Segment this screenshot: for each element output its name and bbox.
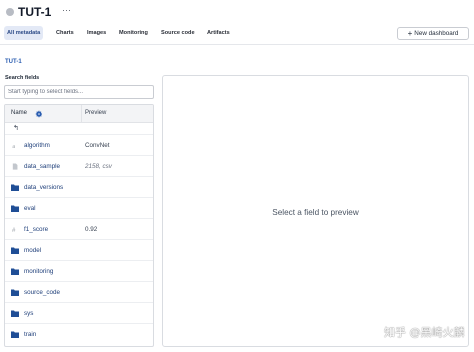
parent-folder-row[interactable]: ↰ (5, 123, 153, 135)
folder-icon (11, 247, 19, 254)
watermark-text: 知乎 @黑崎火麟 (384, 326, 465, 339)
tab-artifacts[interactable]: Artifacts (204, 26, 233, 40)
new-dashboard-button[interactable]: + New dashboard (397, 27, 469, 40)
tab-all-metadata[interactable]: All metadata (4, 26, 44, 40)
run-breadcrumb-link[interactable]: TUT-1 (5, 59, 22, 65)
page-title: TUT-1 (18, 5, 52, 19)
table-row[interactable]: sys (5, 303, 153, 324)
more-menu-icon[interactable]: ··· (62, 5, 71, 15)
new-dashboard-label: New dashboard (414, 30, 459, 37)
table-row[interactable]: eval (5, 198, 153, 219)
field-name: eval (24, 205, 36, 212)
file-icon (12, 163, 18, 170)
table-row[interactable]: a algorithm ConvNet (5, 135, 153, 156)
table-row[interactable]: monitoring (5, 261, 153, 282)
up-level-icon: ↰ (13, 125, 19, 132)
column-separator[interactable] (81, 105, 82, 123)
field-name: model (24, 247, 42, 254)
gear-icon[interactable] (35, 110, 43, 118)
tab-divider (0, 44, 474, 45)
table-row[interactable]: source_code (5, 282, 153, 303)
table-row[interactable]: train (5, 324, 153, 345)
field-name: data_sample (24, 163, 61, 170)
tab-monitoring[interactable]: Monitoring (116, 26, 151, 40)
field-preview: ConvNet (85, 142, 110, 149)
column-header-name[interactable]: Name (11, 110, 27, 116)
metadata-table: Name Preview ↰ a algorithm ConvNet data_… (4, 104, 154, 347)
table-header: Name Preview (5, 105, 153, 123)
folder-icon (11, 289, 19, 296)
plus-icon: + (407, 28, 413, 38)
search-label: Search fields (5, 75, 40, 81)
svg-text:a: a (12, 144, 15, 149)
table-row[interactable]: # f1_score 0.92 (5, 219, 153, 240)
field-name: monitoring (24, 268, 54, 275)
folder-icon (11, 310, 19, 317)
run-header: TUT-1 ··· (0, 0, 474, 25)
empty-preview-message: Select a field to preview (272, 208, 359, 217)
search-input[interactable] (4, 85, 154, 99)
field-name: algorithm (24, 142, 50, 149)
field-name: sys (24, 310, 34, 317)
table-row[interactable]: data_versions (5, 177, 153, 198)
field-name: f1_score (24, 226, 49, 233)
preview-pane: Select a field to preview (162, 75, 469, 347)
table-row[interactable]: model (5, 240, 153, 261)
field-preview: 0.92 (85, 226, 98, 233)
folder-icon (11, 268, 19, 275)
number-field-icon: # (12, 227, 16, 233)
tab-charts[interactable]: Charts (53, 26, 77, 40)
column-header-preview: Preview (85, 110, 107, 116)
folder-icon (11, 331, 19, 338)
tab-images[interactable]: Images (84, 26, 109, 40)
status-dot-icon (6, 8, 14, 16)
field-preview: 2158, csv (85, 163, 112, 170)
field-name: source_code (24, 289, 61, 296)
table-row[interactable]: data_sample 2158, csv (5, 156, 153, 177)
folder-icon (11, 205, 19, 212)
folder-icon (11, 184, 19, 191)
tab-source-code[interactable]: Source code (158, 26, 198, 40)
field-name: data_versions (24, 184, 64, 191)
svg-text:#: # (12, 227, 16, 233)
field-name: train (24, 331, 37, 338)
string-field-icon: a (12, 144, 15, 149)
